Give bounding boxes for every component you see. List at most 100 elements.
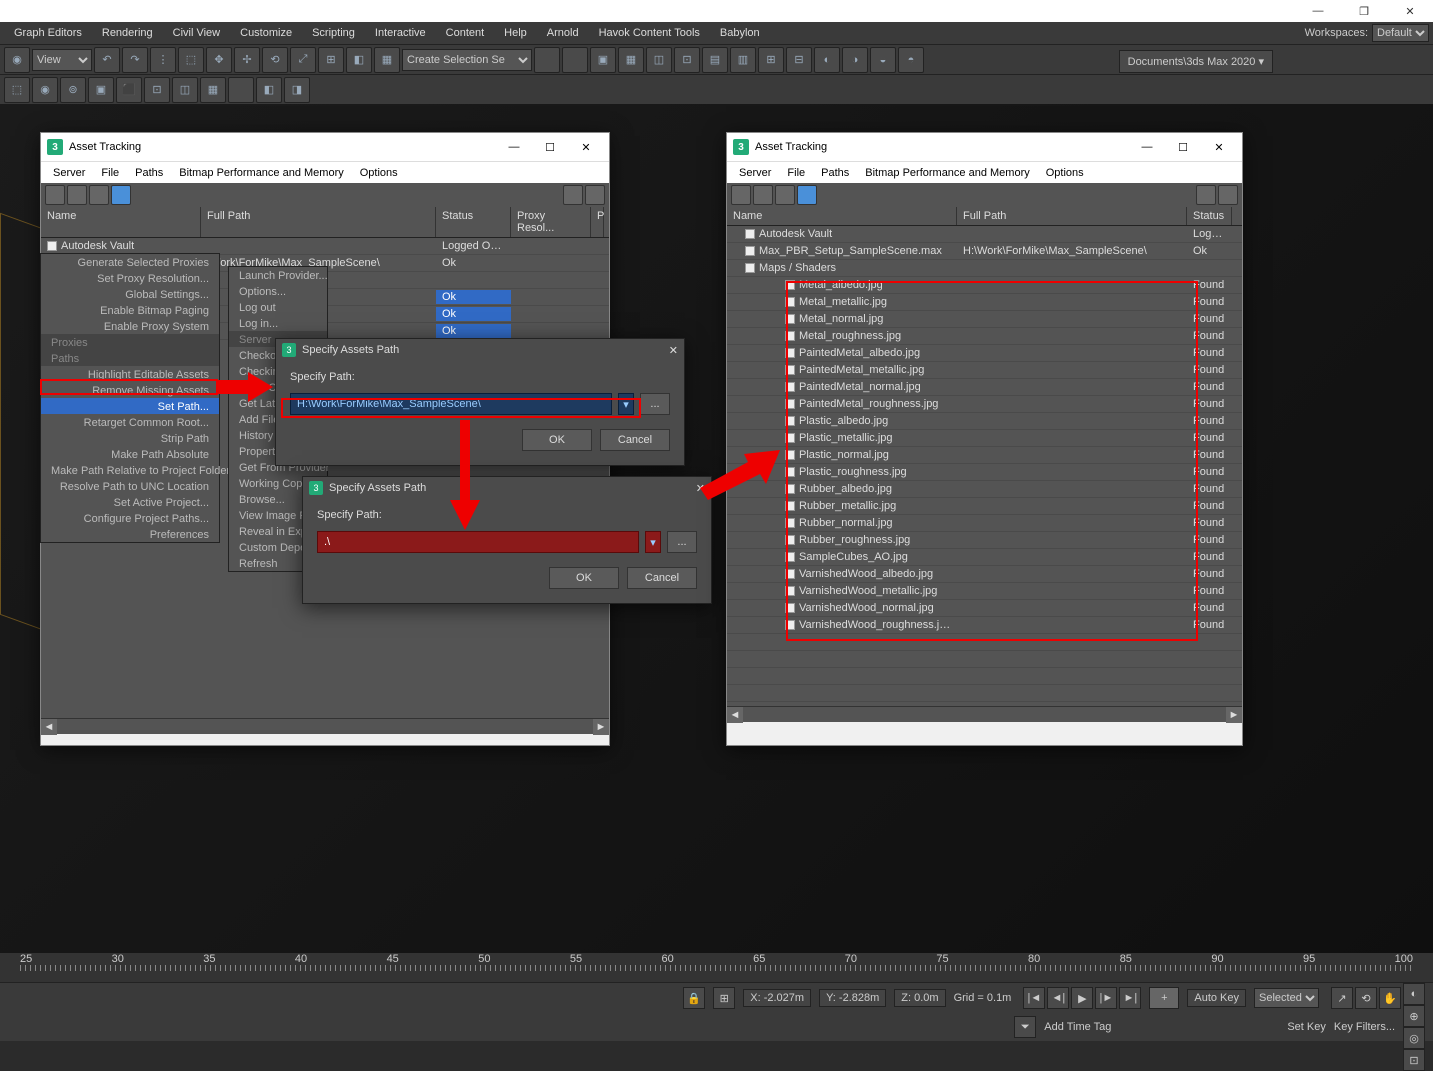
menu-item[interactable]: Log out bbox=[229, 299, 327, 315]
menu-item[interactable]: Global Settings... bbox=[41, 286, 219, 302]
menu-item-server[interactable]: Server bbox=[731, 167, 779, 179]
table-row[interactable]: PaintedMetal_metallic.jpgFound bbox=[727, 362, 1242, 379]
toolbar2-icon-10[interactable]: ◨ bbox=[284, 77, 310, 103]
grid-icon[interactable] bbox=[797, 185, 817, 205]
nav-icon-2[interactable]: ⟲ bbox=[1355, 987, 1377, 1009]
timeline-ruler[interactable]: 253035404550556065707580859095100 bbox=[0, 953, 1433, 983]
tree-icon[interactable] bbox=[753, 185, 773, 205]
go-start-icon[interactable]: |◄ bbox=[1023, 987, 1045, 1009]
table-row[interactable]: PaintedMetal_albedo.jpgFound bbox=[727, 345, 1242, 362]
menu-item[interactable]: Make Path Relative to Project Folder bbox=[41, 462, 219, 478]
table-row[interactable]: Plastic_metallic.jpgFound bbox=[727, 430, 1242, 447]
menu-item[interactable]: Set Proxy Resolution... bbox=[41, 270, 219, 286]
table-row[interactable]: Maps / Shaders bbox=[727, 260, 1242, 277]
toolbar2-icon-6[interactable]: ◫ bbox=[172, 77, 198, 103]
close-button[interactable]: ✕ bbox=[1202, 135, 1236, 159]
toolbar-icon-12[interactable] bbox=[562, 47, 588, 73]
help-icon[interactable] bbox=[563, 185, 583, 205]
cancel-button[interactable]: Cancel bbox=[600, 429, 670, 451]
play-icon[interactable]: ▶ bbox=[1071, 987, 1093, 1009]
tree-icon[interactable] bbox=[67, 185, 87, 205]
column-header[interactable]: Full Path bbox=[957, 207, 1187, 225]
menu-item[interactable]: Highlight Editable Assets bbox=[41, 366, 219, 382]
toolbar-icon-4[interactable]: ✥ bbox=[206, 47, 232, 73]
ok-button[interactable]: OK bbox=[522, 429, 592, 451]
setkey-button[interactable]: Set Key bbox=[1287, 1021, 1326, 1033]
toolbar-icon-23[interactable]: ◒ bbox=[870, 47, 896, 73]
toolbar-icon-9[interactable]: ◧ bbox=[346, 47, 372, 73]
table-row[interactable]: PaintedMetal_roughness.jpgFound bbox=[727, 396, 1242, 413]
toolbar-icon-15[interactable]: ◫ bbox=[646, 47, 672, 73]
grid-icon[interactable] bbox=[111, 185, 131, 205]
table-row[interactable]: VarnishedWood_normal.jpgFound bbox=[727, 600, 1242, 617]
menu-item-paths[interactable]: Paths bbox=[127, 167, 171, 179]
table-row[interactable]: PaintedMetal_normal.jpgFound bbox=[727, 379, 1242, 396]
column-header[interactable]: Name bbox=[727, 207, 957, 225]
refresh-icon[interactable] bbox=[45, 185, 65, 205]
table-row[interactable]: Rubber_metallic.jpgFound bbox=[727, 498, 1242, 515]
column-header[interactable]: Name bbox=[41, 207, 201, 237]
menu-item[interactable]: Enable Proxy System bbox=[41, 318, 219, 334]
table-row[interactable]: Metal_albedo.jpgFound bbox=[727, 277, 1242, 294]
h-scrollbar[interactable]: ◄ ► bbox=[727, 706, 1242, 722]
column-header[interactable]: Proxy Resol... bbox=[511, 207, 591, 237]
table-row[interactable]: VarnishedWood_roughness.jpgFound bbox=[727, 617, 1242, 634]
menu-item[interactable]: Configure Project Paths... bbox=[41, 510, 219, 526]
toolbar-icon-14[interactable]: ▦ bbox=[618, 47, 644, 73]
globe-icon[interactable]: ◉ bbox=[4, 47, 30, 73]
column-header[interactable]: Status bbox=[1187, 207, 1232, 225]
view-mode-select[interactable]: View bbox=[32, 49, 92, 71]
menu-item[interactable]: Launch Provider... bbox=[229, 267, 327, 283]
menu-item[interactable]: Retarget Common Root... bbox=[41, 414, 219, 430]
cancel-button[interactable]: Cancel bbox=[627, 567, 697, 589]
path-input[interactable] bbox=[290, 393, 612, 415]
menu-item-options[interactable]: Options bbox=[352, 167, 406, 179]
nav-icon-5[interactable]: ◐ bbox=[1403, 983, 1425, 1005]
table-row[interactable]: VarnishedWood_albedo.jpgFound bbox=[727, 566, 1242, 583]
menu-item[interactable]: Make Path Absolute bbox=[41, 446, 219, 462]
column-header[interactable]: Full Path bbox=[201, 207, 436, 237]
scroll-right-icon[interactable]: ► bbox=[593, 719, 609, 735]
table-row[interactable]: Plastic_normal.jpgFound bbox=[727, 447, 1242, 464]
maximize-button[interactable]: ☐ bbox=[533, 135, 567, 159]
toolbar-icon-24[interactable]: ◓ bbox=[898, 47, 924, 73]
toolbar-icon-18[interactable]: ▥ bbox=[730, 47, 756, 73]
lock-icon[interactable]: 🔒 bbox=[683, 987, 705, 1009]
project-path-dropdown[interactable]: Documents\3ds Max 2020 ▾ bbox=[1119, 50, 1273, 73]
menu-item[interactable]: Preferences bbox=[41, 526, 219, 542]
menu-item[interactable]: Resolve Path to UNC Location bbox=[41, 478, 219, 494]
toolbar-icon-10[interactable]: ▦ bbox=[374, 47, 400, 73]
column-header[interactable]: Status bbox=[436, 207, 511, 237]
h-scrollbar[interactable]: ◄ ► bbox=[41, 718, 609, 734]
menu-item-bitmap-performance-and-memory[interactable]: Bitmap Performance and Memory bbox=[857, 167, 1037, 179]
toolbar-icon-17[interactable]: ▤ bbox=[702, 47, 728, 73]
menu-item[interactable]: Enable Bitmap Paging bbox=[41, 302, 219, 318]
os-minimize-button[interactable]: — bbox=[1295, 0, 1341, 22]
menu-item-havok-content-tools[interactable]: Havok Content Tools bbox=[589, 22, 710, 44]
toolbar-icon-1[interactable]: ↷ bbox=[122, 47, 148, 73]
toolbar2-icon-3[interactable]: ▣ bbox=[88, 77, 114, 103]
nav-icon-8[interactable]: ⊡ bbox=[1403, 1049, 1425, 1071]
list-icon[interactable] bbox=[775, 185, 795, 205]
toolbar-icon-22[interactable]: ◑ bbox=[842, 47, 868, 73]
autokey-button[interactable]: Auto Key bbox=[1187, 989, 1246, 1007]
toolbar-icon-13[interactable]: ▣ bbox=[590, 47, 616, 73]
close-button[interactable]: ✕ bbox=[569, 135, 603, 159]
menu-item[interactable]: Set Path... bbox=[41, 398, 219, 414]
table-row[interactable]: VarnishedWood_metallic.jpgFound bbox=[727, 583, 1242, 600]
toolbar-icon-2[interactable]: ⋮ bbox=[150, 47, 176, 73]
selection-set-select[interactable]: Create Selection Se bbox=[402, 49, 532, 71]
menu-item-paths[interactable]: Paths bbox=[813, 167, 857, 179]
path-input[interactable] bbox=[317, 531, 639, 553]
toolbar2-icon-9[interactable]: ◧ bbox=[256, 77, 282, 103]
table-row[interactable]: Autodesk VaultLogged bbox=[727, 226, 1242, 243]
toolbar2-icon-1[interactable]: ◉ bbox=[32, 77, 58, 103]
snap-icon[interactable]: ⊞ bbox=[713, 987, 735, 1009]
menu-item[interactable]: Remove Missing Assets bbox=[41, 382, 219, 398]
table-row[interactable]: Metal_roughness.jpgFound bbox=[727, 328, 1242, 345]
table-row[interactable]: Metal_metallic.jpgFound bbox=[727, 294, 1242, 311]
time-tag-icon[interactable]: ⏷ bbox=[1014, 1016, 1036, 1038]
help-icon[interactable] bbox=[1196, 185, 1216, 205]
toolbar-icon-6[interactable]: ⟲ bbox=[262, 47, 288, 73]
menu-item[interactable]: Generate Selected Proxies bbox=[41, 254, 219, 270]
